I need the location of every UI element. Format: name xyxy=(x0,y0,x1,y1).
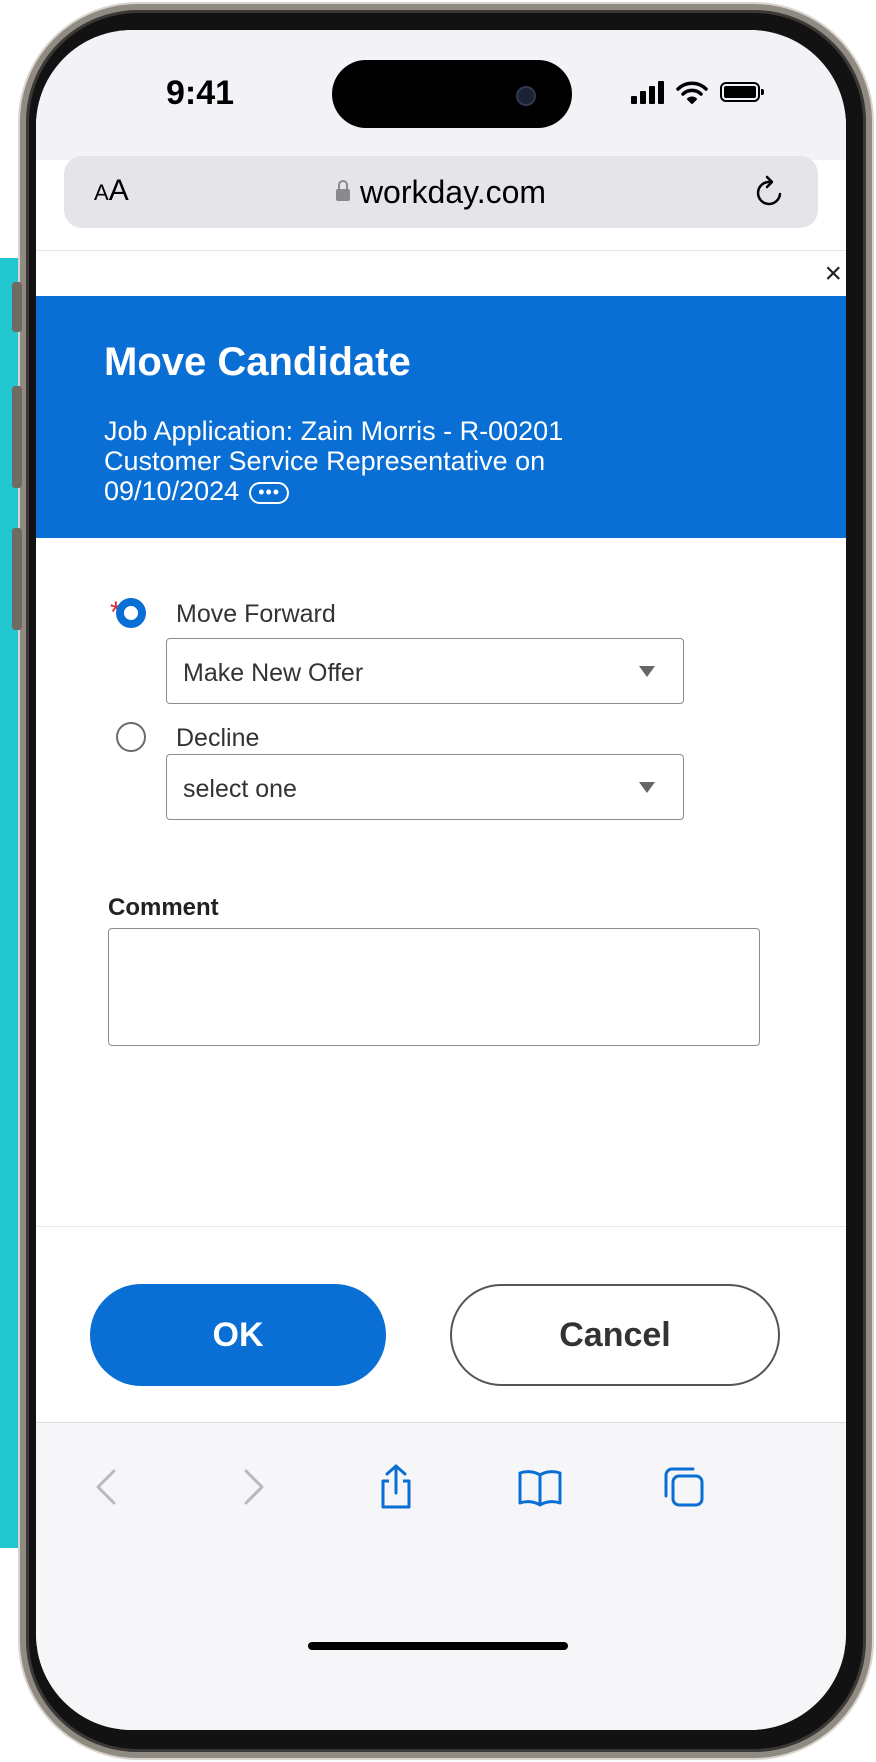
dialog-title: Move Candidate xyxy=(104,340,411,384)
ok-button[interactable]: OK xyxy=(90,1284,386,1386)
radio-move-forward[interactable] xyxy=(116,598,146,628)
volume-up-button xyxy=(12,386,22,488)
related-actions-icon[interactable]: ••• xyxy=(249,481,290,504)
cellular-signal-icon xyxy=(631,80,664,104)
subtitle-date: 09/10/2024 xyxy=(104,476,240,506)
action-button xyxy=(12,282,22,332)
back-icon[interactable] xyxy=(84,1463,132,1511)
radio-label-decline: Decline xyxy=(176,724,260,752)
caret-down-icon xyxy=(639,782,655,793)
status-icons xyxy=(631,80,764,104)
lock-icon xyxy=(335,180,350,201)
address-bar[interactable]: AA workday.com xyxy=(64,156,818,228)
status-bar: 9:41 xyxy=(36,30,846,160)
decline-reason-select[interactable]: select one xyxy=(166,754,684,820)
footer-divider xyxy=(36,1226,846,1227)
browser-toolbar xyxy=(36,1422,846,1730)
phone-screen: 9:41 AA workday.com × Move Candidate Job… xyxy=(36,30,846,1730)
home-indicator xyxy=(308,1642,568,1650)
dialog-topbar: × xyxy=(36,250,846,297)
tabs-icon[interactable] xyxy=(660,1463,708,1511)
url-field[interactable]: workday.com xyxy=(64,174,818,211)
share-icon[interactable] xyxy=(372,1463,420,1511)
url-text: workday.com xyxy=(359,174,547,210)
status-time: 9:41 xyxy=(166,74,235,112)
dialog-header: Move Candidate Job Application: Zain Mor… xyxy=(36,296,846,538)
close-icon[interactable]: × xyxy=(824,259,842,289)
cancel-button[interactable]: Cancel xyxy=(450,1284,780,1386)
subtitle-line: Customer Service Representative on xyxy=(104,446,546,476)
radio-decline[interactable] xyxy=(116,722,146,752)
select-value: select one xyxy=(183,775,297,803)
select-value: Make New Offer xyxy=(183,659,364,687)
volume-down-button xyxy=(12,528,22,630)
caret-down-icon xyxy=(639,666,655,677)
bookmarks-icon[interactable] xyxy=(516,1463,564,1511)
move-forward-select[interactable]: Make New Offer xyxy=(166,638,684,704)
subtitle-line: Job Application: Zain Morris - R-00201 xyxy=(104,416,564,446)
forward-icon[interactable] xyxy=(228,1463,276,1511)
comment-label: Comment xyxy=(108,894,219,921)
wifi-icon xyxy=(676,81,708,104)
camera-icon xyxy=(516,86,536,106)
dialog-subtitle: Job Application: Zain Morris - R-00201 C… xyxy=(104,416,664,506)
radio-label-move-forward: Move Forward xyxy=(176,600,336,628)
reload-icon[interactable] xyxy=(752,174,788,210)
comment-field[interactable] xyxy=(108,928,760,1046)
battery-icon xyxy=(720,82,764,102)
dynamic-island xyxy=(332,60,572,128)
